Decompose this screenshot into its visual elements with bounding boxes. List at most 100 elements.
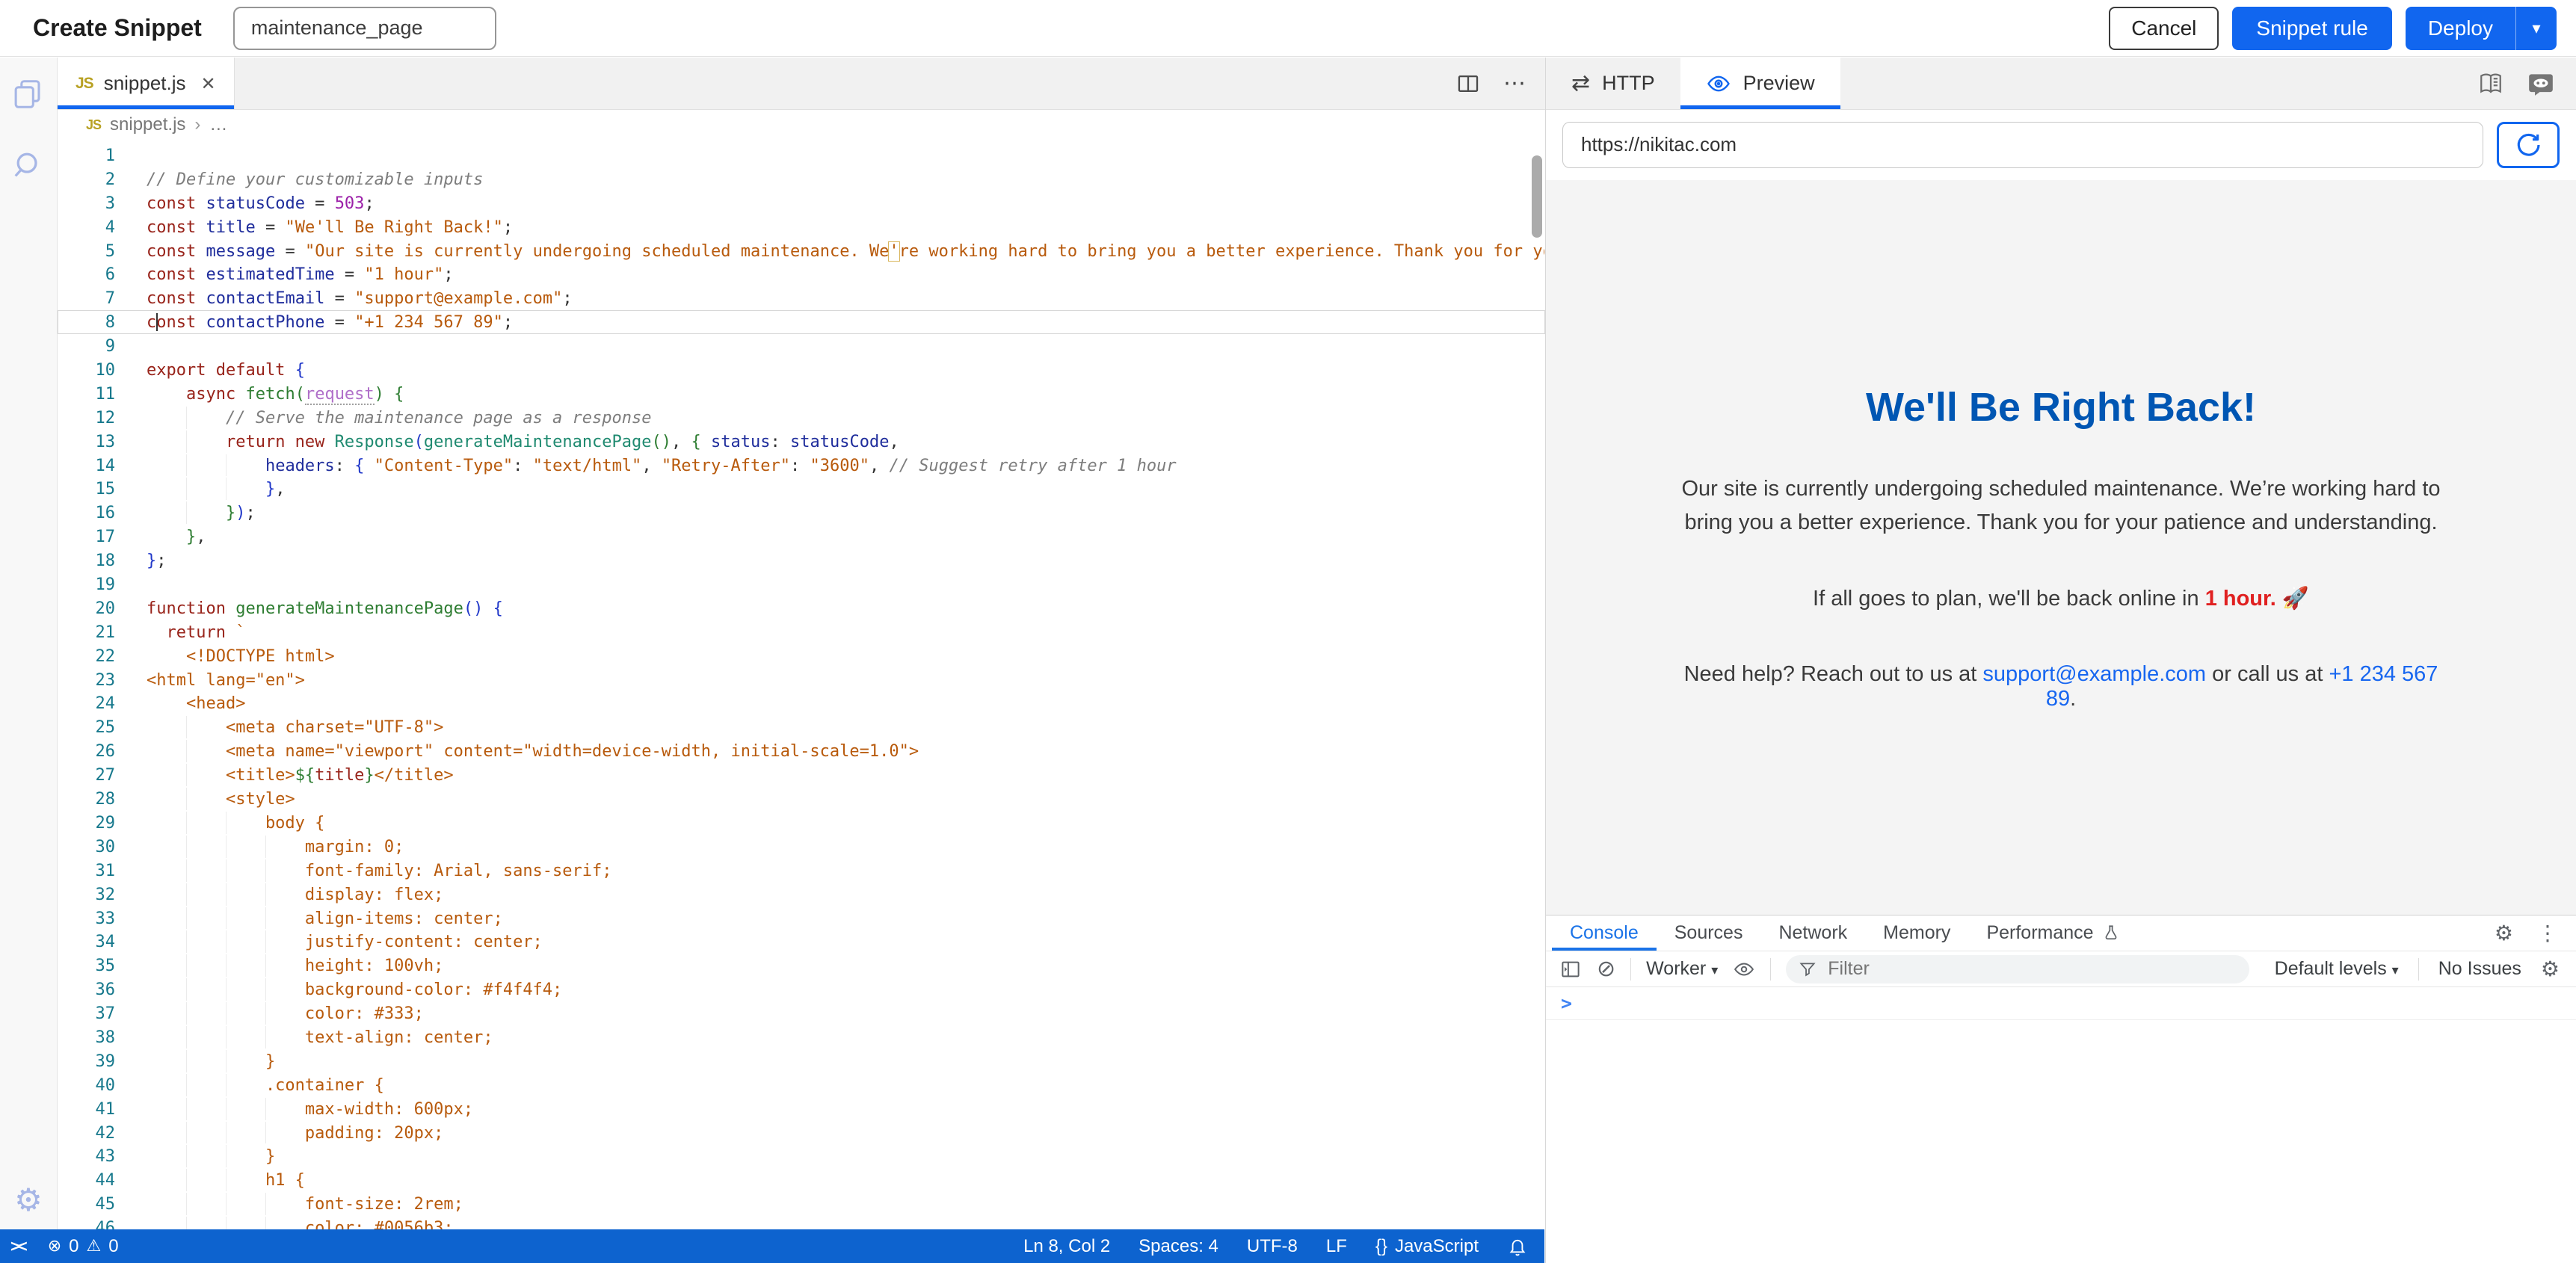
code-line-21[interactable]: 21 return ` <box>58 620 1545 644</box>
code-line-45[interactable]: 45 font-size: 2rem; <box>58 1192 1545 1216</box>
more-actions-icon[interactable]: ⋯ <box>1503 70 1526 96</box>
code-line-5[interactable]: 5const message = "Our site is currently … <box>58 239 1545 263</box>
code-line-32[interactable]: 32 display: flex; <box>58 883 1545 907</box>
tab-sources[interactable]: Sources <box>1657 915 1761 951</box>
code-line-25[interactable]: 25 <meta charset="UTF-8"> <box>58 715 1545 739</box>
kebab-menu-icon[interactable]: ⋮ <box>2537 921 2558 945</box>
deploy-button[interactable]: Deploy ▾ <box>2406 7 2557 50</box>
code-line-33[interactable]: 33 align-items: center; <box>58 907 1545 930</box>
code-line-22[interactable]: 22 <!DOCTYPE html> <box>58 644 1545 668</box>
indent-guide <box>265 836 266 858</box>
indentation[interactable]: Spaces: 4 <box>1138 1236 1218 1257</box>
code-line-26[interactable]: 26 <meta name="viewport" content="width=… <box>58 739 1545 763</box>
snippet-name-input[interactable] <box>233 7 496 50</box>
language-mode[interactable]: {} JavaScript <box>1375 1236 1479 1257</box>
code-line-9[interactable]: 9 <box>58 334 1545 358</box>
code-line-4[interactable]: 4const title = "We'll Be Right Back!"; <box>58 215 1545 239</box>
code-line-39[interactable]: 39 } <box>58 1049 1545 1073</box>
tab-snippet-js[interactable]: JS snippet.js ✕ <box>58 58 235 109</box>
code-line-1[interactable]: 1 <box>58 143 1545 167</box>
code-line-8[interactable]: 8const contactPhone = "+1 234 567 89"; <box>58 310 1545 334</box>
settings-gear-icon[interactable]: ⚙ <box>14 1185 43 1216</box>
devtools-settings-icon[interactable]: ⚙ <box>2495 921 2513 945</box>
tab-network[interactable]: Network <box>1760 915 1865 951</box>
editor-scrollbar[interactable] <box>1532 155 1542 238</box>
code-line-38[interactable]: 38 text-align: center; <box>58 1025 1545 1049</box>
code-line-15[interactable]: 15 }, <box>58 477 1545 501</box>
code-line-41[interactable]: 41 max-width: 600px; <box>58 1097 1545 1121</box>
refresh-button[interactable] <box>2497 122 2560 168</box>
console-filter[interactable] <box>1786 955 2249 983</box>
eol-type[interactable]: LF <box>1326 1236 1347 1257</box>
code-line-2[interactable]: 2// Define your customizable inputs <box>58 167 1545 191</box>
encoding[interactable]: UTF-8 <box>1247 1236 1298 1257</box>
tab-memory[interactable]: Memory <box>1865 915 1968 951</box>
docs-book-icon[interactable] <box>2477 70 2504 97</box>
breadcrumb[interactable]: JS snippet.js › … <box>58 110 1545 140</box>
code-line-36[interactable]: 36 background-color: #f4f4f4; <box>58 978 1545 1001</box>
code-line-7[interactable]: 7const contactEmail = "support@example.c… <box>58 286 1545 310</box>
files-icon[interactable] <box>11 77 46 111</box>
filter-input[interactable] <box>1826 957 2237 981</box>
tab-http[interactable]: ⇄ HTTP <box>1546 58 1680 109</box>
chevron-down-icon[interactable]: ▾ <box>2516 7 2557 50</box>
deploy-label[interactable]: Deploy <box>2406 7 2515 50</box>
code-line-40[interactable]: 40 .container { <box>58 1073 1545 1097</box>
code-line-16[interactable]: 16 }); <box>58 501 1545 525</box>
line-number: 12 <box>58 407 147 429</box>
breadcrumb-file[interactable]: snippet.js <box>110 114 185 135</box>
code-line-37[interactable]: 37 color: #333; <box>58 1001 1545 1025</box>
code-line-14[interactable]: 14 headers: { "Content-Type": "text/html… <box>58 454 1545 478</box>
code-area[interactable]: 12// Define your customizable inputs3con… <box>58 140 1545 1229</box>
tab-preview[interactable]: Preview <box>1680 58 1840 109</box>
code-line-11[interactable]: 11 async fetch(request) { <box>58 382 1545 406</box>
close-icon[interactable]: ✕ <box>201 73 216 94</box>
code-line-12[interactable]: 12 // Serve the maintenance page as a re… <box>58 406 1545 430</box>
tab-console[interactable]: Console <box>1552 915 1657 951</box>
code-line-3[interactable]: 3const statusCode = 503; <box>58 191 1545 215</box>
bell-icon[interactable] <box>1507 1236 1528 1257</box>
code-line-44[interactable]: 44 h1 { <box>58 1168 1545 1192</box>
code-line-34[interactable]: 34 justify-content: center; <box>58 930 1545 954</box>
code-line-30[interactable]: 30 margin: 0; <box>58 835 1545 859</box>
tab-performance[interactable]: Performance <box>1968 915 2138 951</box>
support-email-link[interactable]: support@example.com <box>1982 662 2206 686</box>
code-line-46[interactable]: 46 color: #0056b3; <box>58 1216 1545 1229</box>
indent-guide <box>226 478 227 500</box>
code-line-28[interactable]: 28 <style> <box>58 787 1545 811</box>
code-line-43[interactable]: 43 } <box>58 1144 1545 1168</box>
live-expression-eye-icon[interactable] <box>1733 958 1755 981</box>
code-line-13[interactable]: 13 return new Response(generateMaintenan… <box>58 430 1545 454</box>
context-selector[interactable]: Worker ▾ <box>1646 958 1718 980</box>
code-line-6[interactable]: 6const estimatedTime = "1 hour"; <box>58 262 1545 286</box>
console-prompt-row[interactable]: > <box>1546 987 2576 1020</box>
code-line-18[interactable]: 18}; <box>58 549 1545 572</box>
log-levels-dropdown[interactable]: Default levels ▾ <box>2275 958 2399 980</box>
url-input[interactable] <box>1562 122 2483 168</box>
cancel-button[interactable]: Cancel <box>2109 7 2219 50</box>
code-line-35[interactable]: 35 height: 100vh; <box>58 954 1545 978</box>
code-line-31[interactable]: 31 font-family: Arial, sans-serif; <box>58 859 1545 883</box>
search-icon[interactable] <box>11 149 46 183</box>
split-editor-icon[interactable] <box>1455 71 1481 96</box>
code-line-29[interactable]: 29 body { <box>58 811 1545 835</box>
remote-indicator[interactable]: >< <box>0 1229 39 1263</box>
console-sidebar-icon[interactable] <box>1559 958 1582 981</box>
code-line-23[interactable]: 23<html lang="en"> <box>58 668 1545 692</box>
discord-icon[interactable] <box>2527 70 2555 98</box>
problems-indicator[interactable]: ⊗ 0 ⚠ 0 <box>39 1229 128 1263</box>
issues-counter[interactable]: No Issues <box>2438 958 2521 980</box>
code-line-19[interactable]: 19 <box>58 572 1545 596</box>
code-line-20[interactable]: 20function generateMaintenancePage() { <box>58 596 1545 620</box>
console-settings-icon[interactable]: ⚙ <box>2541 957 2560 981</box>
clear-console-icon[interactable]: ⊘ <box>1597 958 1615 981</box>
line-content: justify-content: center; <box>147 930 1544 953</box>
cursor-position[interactable]: Ln 8, Col 2 <box>1023 1236 1110 1257</box>
code-line-10[interactable]: 10export default { <box>58 358 1545 382</box>
code-line-24[interactable]: 24 <head> <box>58 691 1545 715</box>
snippet-rule-button[interactable]: Snippet rule <box>2232 7 2391 50</box>
code-line-17[interactable]: 17 }, <box>58 525 1545 549</box>
code-line-27[interactable]: 27 <title>${title}</title> <box>58 763 1545 787</box>
code-line-42[interactable]: 42 padding: 20px; <box>58 1121 1545 1145</box>
breadcrumb-more[interactable]: … <box>209 114 227 135</box>
